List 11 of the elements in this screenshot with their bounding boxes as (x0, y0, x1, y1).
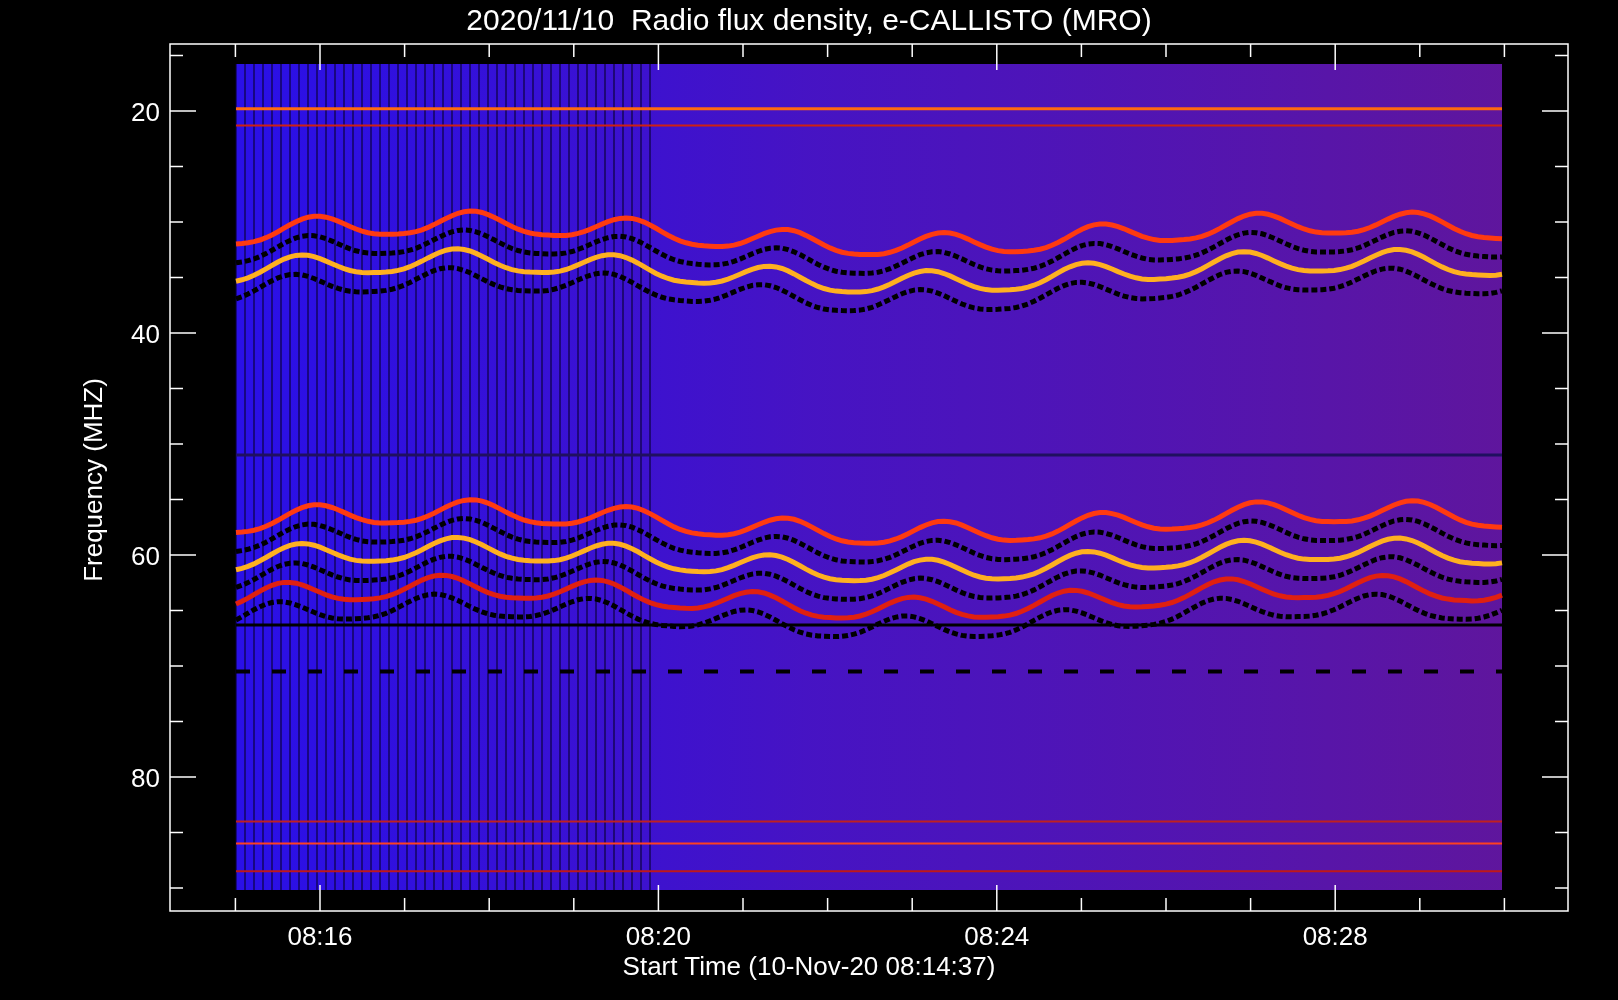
axis-title: Start Time (10-Nov-20 08:14:37) (622, 951, 996, 981)
chart-title: 2020/11/10 Radio flux density, e-CALLISTO (MRO) (466, 3, 1152, 36)
axis-title: Frequency (MHZ) (78, 378, 108, 582)
axis-tick-label: 20 (131, 97, 160, 127)
axis-tick-label: 08:24 (964, 921, 1030, 951)
axis-tick-label: 08:28 (1302, 921, 1368, 951)
axis-tick-label: 08:20 (625, 921, 691, 951)
axis-tick-label: 40 (131, 319, 160, 349)
axis-tick-label: 60 (131, 541, 160, 571)
axis-tick-label: 80 (131, 763, 160, 793)
axis-tick-label: 08:16 (287, 921, 353, 951)
